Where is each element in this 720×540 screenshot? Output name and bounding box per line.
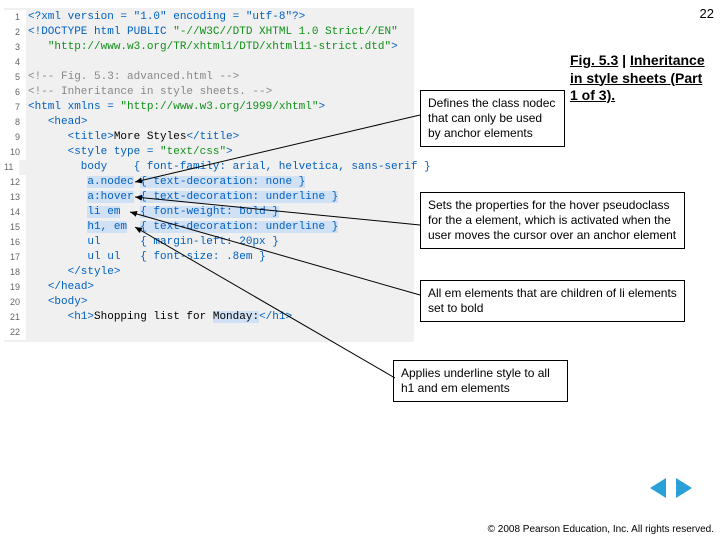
- code-l17: ul ul { font-size: .8em }: [26, 250, 414, 265]
- copyright: © 2008 Pearson Education, Inc. All right…: [488, 524, 714, 536]
- prev-slide-button[interactable]: [650, 478, 666, 498]
- code-l20: <body>: [26, 295, 414, 310]
- code-l1: <?xml version = "1.0" encoding = "utf-8"…: [26, 10, 414, 25]
- code-l15: h1, em { text-decoration: underline }: [26, 220, 414, 235]
- callout-liem: All em elements that are children of li …: [420, 280, 685, 322]
- code-l18: </style>: [26, 265, 414, 280]
- code-l16: ul { margin-left: 20px }: [26, 235, 414, 250]
- code-listing: 1<?xml version = "1.0" encoding = "utf-8…: [4, 8, 414, 342]
- code-l12: a.nodec { text-decoration: none }: [26, 175, 414, 190]
- callout-hover: Sets the properties for the hover pseudo…: [420, 192, 685, 249]
- code-l10: <style type = "text/css">: [26, 145, 414, 160]
- code-l13: a:hover { text-decoration: underline }: [26, 190, 414, 205]
- code-l7: <html xmlns = "http://www.w3.org/1999/xh…: [26, 100, 414, 115]
- code-l5: <!-- Fig. 5.3: advanced.html -->: [26, 70, 414, 85]
- figure-caption: Fig. 5.3 | Inheritance in style sheets (…: [570, 52, 710, 105]
- code-l21: <h1>Shopping list for Monday:</h1>: [26, 310, 414, 325]
- code-l14: li em { font-weight: bold }: [26, 205, 414, 220]
- code-l9: <title>More Styles</title>: [26, 130, 414, 145]
- page-number: 22: [700, 6, 714, 21]
- callout-h1em: Applies underline style to all h1 and em…: [393, 360, 568, 402]
- code-l3: "http://www.w3.org/TR/xhtml1/DTD/xhtml11…: [26, 40, 414, 55]
- nav-arrows: [650, 478, 692, 498]
- code-l19: </head>: [26, 280, 414, 295]
- code-l11: body { font-family: arial, helvetica, sa…: [19, 160, 430, 175]
- code-l2: <!DOCTYPE html PUBLIC "-//W3C//DTD XHTML…: [26, 25, 414, 40]
- code-l6: <!-- Inheritance in style sheets. -->: [26, 85, 414, 100]
- next-slide-button[interactable]: [676, 478, 692, 498]
- callout-nodec: Defines the class nodec that can only be…: [420, 90, 565, 147]
- code-l8: <head>: [26, 115, 414, 130]
